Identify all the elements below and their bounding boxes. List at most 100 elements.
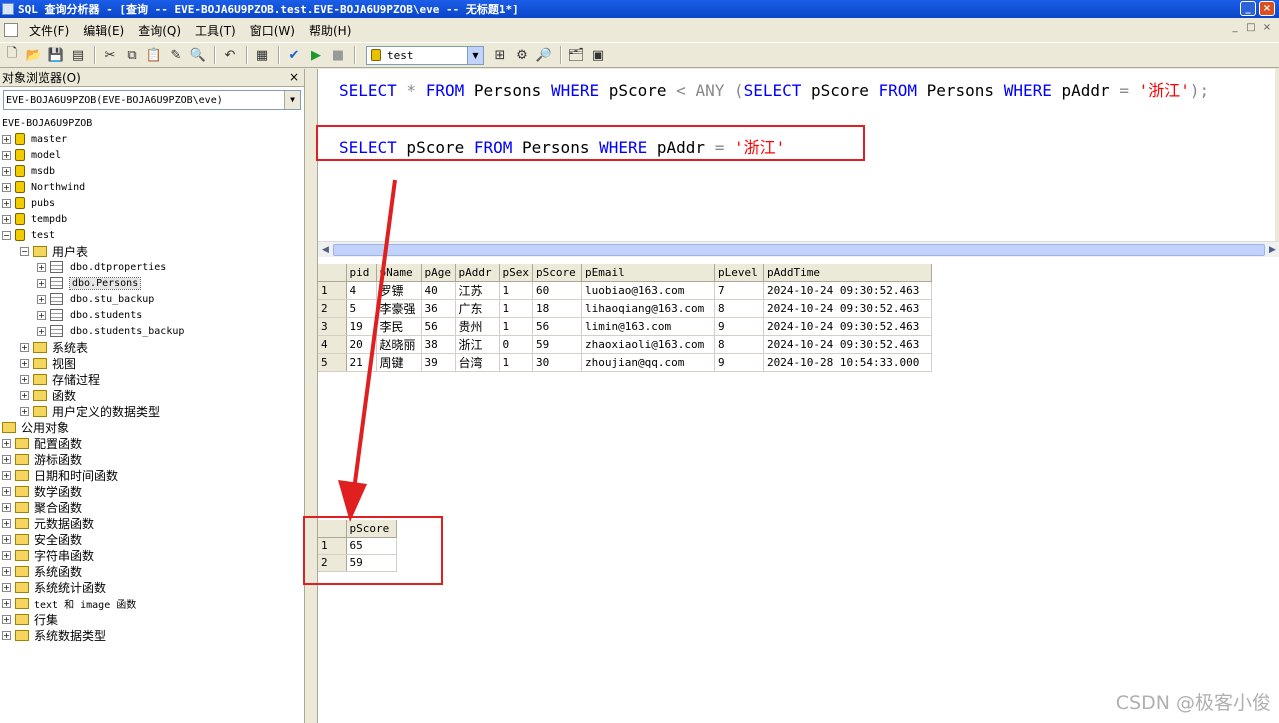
tree-table[interactable]: + dbo.students_backup: [37, 323, 184, 339]
tree-database-master[interactable]: + master: [2, 131, 67, 147]
scroll-left-icon[interactable]: ◀: [318, 242, 333, 258]
chevron-down-icon[interactable]: ▼: [284, 91, 300, 109]
expand-toggle-icon[interactable]: +: [37, 262, 46, 272]
expand-toggle-icon[interactable]: +: [2, 566, 11, 576]
table-cell[interactable]: 1: [499, 299, 533, 318]
tree-database-northwind[interactable]: + Northwind: [2, 179, 85, 195]
editor-horizontal-scrollbar[interactable]: ◀ ▶: [318, 241, 1279, 257]
undo-icon[interactable]: ↶: [220, 45, 240, 65]
tree-folder[interactable]: + 函数: [20, 387, 76, 403]
trace-icon[interactable]: ⚙: [512, 45, 532, 65]
expand-toggle-icon[interactable]: +: [37, 278, 46, 288]
expand-toggle-icon[interactable]: +: [2, 214, 11, 224]
tree-function-folder[interactable]: + 元数据函数: [2, 515, 94, 531]
expand-toggle-icon[interactable]: +: [20, 342, 29, 352]
table-row[interactable]: 4 20 赵晓丽 38 浙江 0 59 zhaoxiaoli@163.com 8 2024-10-…: [318, 335, 932, 354]
table-cell[interactable]: 19: [346, 317, 377, 336]
results-mode-icon[interactable]: ▦: [252, 45, 272, 65]
menu-file[interactable]: 文件(F): [22, 22, 76, 39]
chevron-down-icon[interactable]: ▼: [467, 46, 483, 64]
table-cell[interactable]: 2024-10-24 09:30:52.463: [763, 281, 932, 300]
menu-edit[interactable]: 编辑(E): [76, 22, 131, 39]
insert-template-icon[interactable]: ▤: [68, 45, 88, 65]
result-grid-1[interactable]: pid pName pAge pAddr pSex pScore pEmail pLevel p…: [318, 264, 932, 372]
expand-toggle-icon[interactable]: +: [2, 502, 11, 512]
table-cell[interactable]: 浙江: [455, 335, 500, 354]
clear-icon[interactable]: ✎: [166, 45, 186, 65]
column-header[interactable]: pid: [346, 264, 377, 282]
column-header[interactable]: pAge: [421, 264, 456, 282]
column-header[interactable]: pAddr: [455, 264, 500, 282]
expand-toggle-icon[interactable]: +: [20, 406, 29, 416]
editor-vertical-scrollbar[interactable]: [1275, 69, 1279, 241]
database-select[interactable]: test ▼: [366, 45, 484, 65]
expand-toggle-icon[interactable]: +: [2, 518, 11, 528]
table-cell[interactable]: 9: [714, 317, 764, 336]
expand-toggle-icon[interactable]: +: [20, 390, 29, 400]
table-cell[interactable]: 21: [346, 353, 377, 372]
tree-folder-user-tables[interactable]: − 用户表: [20, 243, 88, 259]
tree-table[interactable]: + dbo.stu_backup: [37, 291, 154, 307]
column-header[interactable]: pAddTime: [763, 264, 932, 282]
table-cell[interactable]: 39: [421, 353, 456, 372]
table-cell[interactable]: 20: [346, 335, 377, 354]
paste-icon[interactable]: 📋: [144, 45, 164, 65]
table-cell[interactable]: 38: [421, 335, 456, 354]
table-cell[interactable]: 台湾: [455, 353, 500, 372]
table-cell[interactable]: 1: [499, 281, 533, 300]
table-cell[interactable]: 2024-10-28 10:54:33.000: [763, 353, 932, 372]
column-header[interactable]: pLevel: [714, 264, 764, 282]
expand-toggle-icon[interactable]: +: [2, 134, 11, 144]
expand-toggle-icon[interactable]: +: [2, 454, 11, 464]
scroll-right-icon[interactable]: ▶: [1265, 242, 1279, 258]
table-cell[interactable]: limin@163.com: [581, 317, 715, 336]
tree-database-model[interactable]: + model: [2, 147, 61, 163]
table-row[interactable]: 3 19 李民 56 贵州 1 56 limin@163.com 9 2024-10-24 09:…: [318, 317, 932, 336]
expand-toggle-icon[interactable]: +: [2, 614, 11, 624]
tree-function-folder[interactable]: + 聚合函数: [2, 499, 82, 515]
tree-function-folder[interactable]: + 系统数据类型: [2, 627, 106, 643]
table-cell[interactable]: 0: [499, 335, 533, 354]
tree-function-folder[interactable]: + 系统统计函数: [2, 579, 106, 595]
table-cell[interactable]: 广东: [455, 299, 500, 318]
column-header[interactable]: pName: [376, 264, 422, 282]
menu-window[interactable]: 窗口(W): [243, 22, 302, 39]
tree-table[interactable]: + dbo.students: [37, 307, 142, 323]
table-cell[interactable]: 40: [421, 281, 456, 300]
expand-toggle-icon[interactable]: +: [2, 534, 11, 544]
table-cell[interactable]: 2024-10-24 09:30:52.463: [763, 317, 932, 336]
tree-function-folder[interactable]: + 安全函数: [2, 531, 82, 547]
find-icon[interactable]: 🔍: [188, 45, 208, 65]
parse-check-icon[interactable]: ✔: [284, 45, 304, 65]
close-icon[interactable]: ×: [289, 70, 299, 84]
table-cell[interactable]: 59: [532, 335, 582, 354]
expand-toggle-icon[interactable]: −: [20, 246, 29, 256]
table-cell[interactable]: 4: [346, 281, 377, 300]
table-cell[interactable]: 9: [714, 353, 764, 372]
table-cell[interactable]: 李豪强: [376, 299, 422, 318]
expand-toggle-icon[interactable]: +: [2, 582, 11, 592]
tree-function-folder[interactable]: + 字符串函数: [2, 547, 94, 563]
table-cell[interactable]: 5: [346, 299, 377, 318]
table-row[interactable]: 5 21 周键 39 台湾 1 30 zhoujian@qq.com 9 2024-10-28 1…: [318, 353, 932, 372]
expand-toggle-icon[interactable]: +: [37, 310, 46, 320]
table-cell[interactable]: 8: [714, 335, 764, 354]
sql-editor[interactable]: SELECT * FROM Persons WHERE pScore < ANY…: [317, 69, 1279, 257]
expand-toggle-icon[interactable]: +: [2, 198, 11, 208]
table-cell[interactable]: 56: [532, 317, 582, 336]
object-browser-icon[interactable]: 🗂: [566, 45, 586, 65]
table-row[interactable]: 1 4 罗镖 40 江苏 1 60 luobiao@163.com 7 2024-10-24 09…: [318, 281, 932, 300]
child-close-button[interactable]: ×: [1260, 22, 1274, 35]
server-combo[interactable]: EVE-BOJA6U9PZOB(EVE-BOJA6U9PZOB\eve) ▼: [3, 90, 301, 110]
results-pane-icon[interactable]: ▣: [588, 45, 608, 65]
tree-database-test[interactable]: − test: [2, 227, 55, 243]
table-cell[interactable]: 1: [499, 353, 533, 372]
tree-server-node[interactable]: EVE-BOJA6U9PZOB: [2, 115, 92, 131]
table-cell[interactable]: 18: [532, 299, 582, 318]
tree-common-objects[interactable]: 公用对象: [2, 419, 69, 435]
expand-toggle-icon[interactable]: +: [2, 630, 11, 640]
table-cell[interactable]: zhoujian@qq.com: [581, 353, 715, 372]
copy-icon[interactable]: ⧉: [122, 45, 142, 65]
table-cell[interactable]: 36: [421, 299, 456, 318]
expand-toggle-icon[interactable]: +: [37, 294, 46, 304]
